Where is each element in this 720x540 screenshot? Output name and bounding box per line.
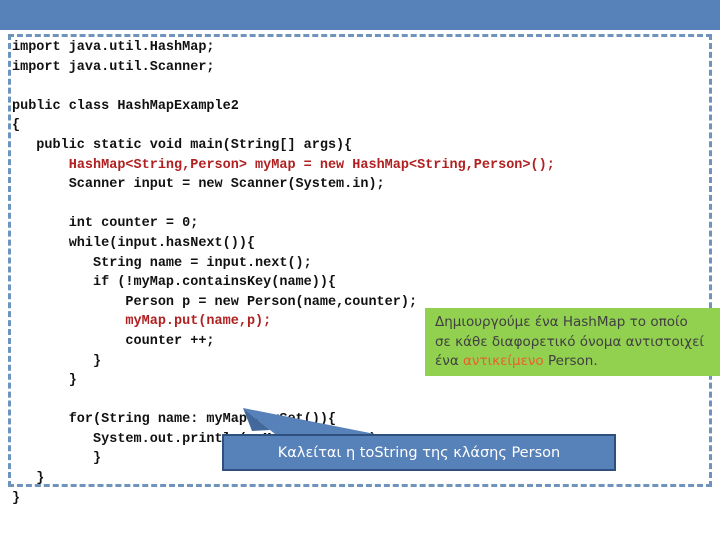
green-callout-line: σε κάθε διαφορετικό όνομα αντιστοιχεί <box>435 333 712 353</box>
green-callout-text: ένα <box>435 353 464 369</box>
code-line: while(input.hasNext()){ <box>12 234 712 254</box>
green-callout-text: Person. <box>543 353 598 369</box>
code-span <box>12 314 125 329</box>
code-span: } <box>12 451 102 467</box>
code-line: if (!myMap.containsKey(name)){ <box>12 273 712 293</box>
code-span: public class HashMapExample2 <box>12 98 239 114</box>
green-callout-text: Δημιουργούμε ένα HashMap το οποίο <box>435 314 688 330</box>
code-line: public class HashMapExample2 <box>12 97 712 117</box>
code-line: Scanner input = new Scanner(System.in); <box>12 175 712 195</box>
code-line: { <box>12 116 712 136</box>
code-span: } <box>12 471 45 487</box>
code-span <box>12 158 69 173</box>
code-span: Scanner input = new Scanner(System.in); <box>12 177 385 193</box>
code-span: HashMap<String,Person> myMap = new HashM… <box>68 157 555 173</box>
code-line: } <box>12 469 712 489</box>
slide-canvas: import java.util.HashMap; import java.uti… <box>0 0 720 540</box>
code-span: while(input.hasNext()){ <box>12 235 256 251</box>
code-span: } <box>12 490 21 506</box>
code-span: Person p = new Person(name,counter); <box>12 294 418 310</box>
code-span: import java.util.Scanner; <box>12 59 215 75</box>
code-line: HashMap<String,Person> myMap = new HashM… <box>12 156 712 176</box>
code-span: public static void main(String[] args){ <box>12 137 353 153</box>
code-span: import java.util.HashMap; <box>12 40 215 55</box>
code-line: String name = input.next(); <box>12 254 712 274</box>
code-span: for(String name: myMap.keySet()){ <box>12 412 337 428</box>
code-span: } <box>12 373 77 389</box>
header-bar <box>0 0 720 30</box>
code-line: for(String name: myMap.keySet()){ <box>12 410 712 430</box>
green-callout-text: σε κάθε διαφορετικό όνομα αντιστοιχεί <box>435 333 704 350</box>
code-line: int counter = 0; <box>12 214 712 234</box>
green-callout-highlight: αντικείμενο <box>463 353 544 369</box>
code-span: String name = input.next(); <box>12 255 312 271</box>
code-line: public static void main(String[] args){ <box>12 136 712 156</box>
code-line: } <box>12 489 712 509</box>
code-line: import java.util.Scanner; <box>12 58 712 78</box>
code-span: int counter = 0; <box>12 216 199 232</box>
code-span: myMap.put(name,p); <box>125 314 272 330</box>
code-span: counter ++; <box>12 333 215 349</box>
green-callout-box: Δημιουργούμε ένα HashMap το οποίο σε κάθε… <box>425 308 720 376</box>
code-line: import java.util.HashMap; <box>12 38 712 58</box>
code-span: } <box>12 353 102 369</box>
blue-callout-box: Καλείται η toString της κλάσης Person <box>222 434 616 471</box>
code-span: { <box>12 118 21 134</box>
green-callout-line: ένα αντικείμενο Person. <box>435 352 712 372</box>
blue-callout-label: Καλείται η toString της κλάσης Person <box>277 444 561 461</box>
code-span: if (!myMap.containsKey(name)){ <box>12 275 337 291</box>
green-callout-line: Δημιουργούμε ένα HashMap το οποίο <box>435 313 712 333</box>
